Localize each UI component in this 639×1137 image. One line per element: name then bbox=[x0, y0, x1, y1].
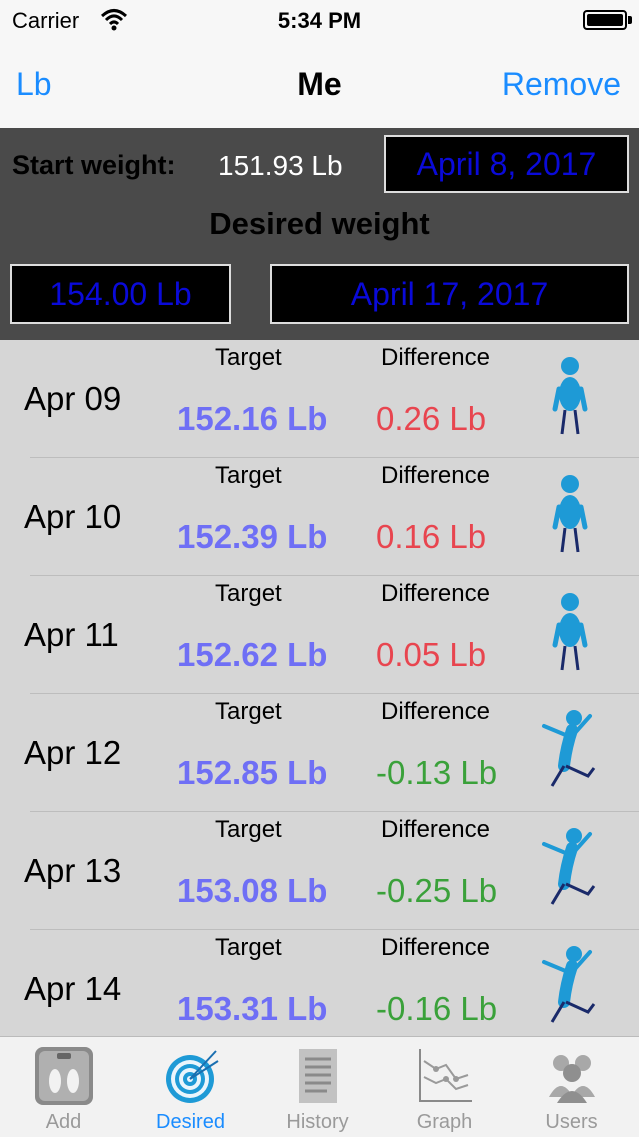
target-value: 152.16 Lb bbox=[177, 400, 328, 437]
difference-value: -0.25 Lb bbox=[376, 872, 498, 909]
target-list[interactable]: Apr 09 Target Difference 152.16 Lb 0.26 … bbox=[0, 340, 639, 1036]
target-label: Target bbox=[215, 698, 282, 725]
desired-weight-label: Desired weight bbox=[209, 206, 430, 241]
start-weight-value: 151.93 Lb bbox=[218, 150, 343, 181]
target-label: Target bbox=[215, 580, 282, 607]
target-value: 152.62 Lb bbox=[177, 636, 328, 673]
row-date: Apr 11 bbox=[24, 616, 119, 653]
difference-label: Difference bbox=[381, 934, 490, 961]
battery-tip bbox=[628, 16, 632, 24]
target-value: 153.08 Lb bbox=[177, 872, 328, 909]
difference-label: Difference bbox=[381, 344, 490, 371]
tab-label: Users bbox=[545, 1111, 598, 1133]
tab-users[interactable]: Users bbox=[508, 1037, 635, 1137]
status-bar: Carrier 5:34 PM bbox=[0, 0, 639, 42]
footprint-scale-icon bbox=[35, 1047, 93, 1105]
target-label: Target bbox=[215, 462, 282, 489]
tab-add[interactable]: Add bbox=[0, 1037, 127, 1137]
list-item[interactable]: Apr 10 Target Difference 152.39 Lb 0.16 … bbox=[0, 458, 639, 576]
desired-date-field[interactable]: April 17, 2017 bbox=[270, 264, 629, 324]
tab-graph[interactable]: Graph bbox=[381, 1037, 508, 1137]
difference-label: Difference bbox=[381, 816, 490, 843]
tab-bar: Add Desired History Graph Users bbox=[0, 1036, 639, 1137]
row-date: Apr 12 bbox=[24, 734, 122, 771]
tab-label: Desired bbox=[156, 1111, 225, 1133]
row-date: Apr 14 bbox=[24, 970, 122, 1007]
start-weight-label: Start weight: bbox=[12, 150, 176, 180]
list-item[interactable]: Apr 11 Target Difference 152.62 Lb 0.05 … bbox=[0, 576, 639, 694]
document-icon bbox=[299, 1049, 337, 1103]
target-value: 152.85 Lb bbox=[177, 754, 328, 791]
tab-history[interactable]: History bbox=[254, 1037, 381, 1137]
list-item[interactable]: Apr 09 Target Difference 152.16 Lb 0.26 … bbox=[0, 340, 639, 458]
row-date: Apr 09 bbox=[24, 380, 122, 417]
target-value: 152.39 Lb bbox=[177, 518, 328, 555]
jumping-figure-icon bbox=[542, 828, 596, 905]
jumping-figure-icon bbox=[542, 710, 596, 787]
target-icon bbox=[166, 1050, 219, 1103]
target-label: Target bbox=[215, 344, 282, 371]
difference-value: -0.16 Lb bbox=[376, 990, 498, 1027]
list-item[interactable]: Apr 12 Target Difference 152.85 Lb -0.13… bbox=[0, 694, 639, 812]
battery-icon bbox=[583, 10, 627, 30]
tab-label: Graph bbox=[416, 1111, 473, 1133]
difference-value: 0.26 Lb bbox=[376, 400, 487, 437]
row-date: Apr 10 bbox=[24, 498, 122, 535]
target-label: Target bbox=[215, 934, 282, 961]
difference-label: Difference bbox=[381, 698, 490, 725]
standing-figure-icon bbox=[552, 357, 588, 435]
difference-label: Difference bbox=[381, 462, 490, 489]
users-icon bbox=[549, 1055, 595, 1103]
start-date-field[interactable]: April 8, 2017 bbox=[384, 135, 629, 193]
desired-weight-panel: Start weight: 151.93 Lb April 8, 2017 De… bbox=[0, 128, 639, 340]
target-value: 153.31 Lb bbox=[177, 990, 328, 1027]
desired-weight-field[interactable]: 154.00 Lb bbox=[10, 264, 231, 324]
difference-value: 0.16 Lb bbox=[376, 518, 487, 555]
tab-label: History bbox=[286, 1111, 349, 1133]
navigation-bar: Lb Me Remove bbox=[0, 42, 639, 128]
difference-value: -0.13 Lb bbox=[376, 754, 498, 791]
status-time: 5:34 PM bbox=[277, 8, 362, 33]
standing-figure-icon bbox=[552, 475, 588, 553]
difference-label: Difference bbox=[381, 580, 490, 607]
standing-figure-icon bbox=[552, 593, 588, 671]
row-date: Apr 13 bbox=[24, 852, 122, 889]
jumping-figure-icon bbox=[542, 946, 596, 1023]
list-item[interactable]: Apr 13 Target Difference 153.08 Lb -0.25… bbox=[0, 812, 639, 930]
target-label: Target bbox=[215, 816, 282, 843]
graph-icon bbox=[419, 1049, 472, 1102]
tab-label: Add bbox=[45, 1111, 82, 1133]
difference-value: 0.05 Lb bbox=[376, 636, 487, 673]
tab-desired[interactable]: Desired bbox=[127, 1037, 254, 1137]
remove-button[interactable]: Remove bbox=[502, 66, 621, 103]
list-item[interactable]: Apr 14 Target Difference 153.31 Lb -0.16… bbox=[0, 930, 639, 1036]
